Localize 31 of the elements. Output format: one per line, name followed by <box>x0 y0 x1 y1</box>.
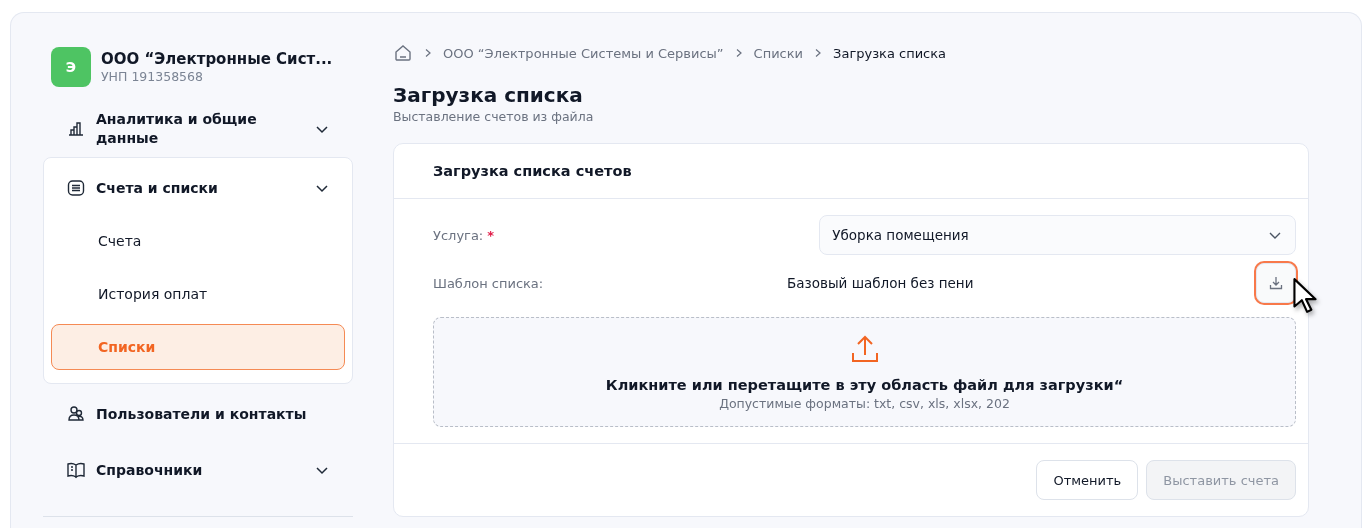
company-name: ООО “Электронные Сист... <box>101 50 333 68</box>
template-name: Базовый шаблон без пени <box>786 275 975 291</box>
dropzone-hint: Допустимые форматы: txt, csv, xls, xlsx, 202 <box>719 396 1010 411</box>
submenu-item[interactable]: Счета <box>51 218 345 264</box>
breadcrumb-link[interactable]: ООО “Электронные Системы и Сервисы” <box>443 45 724 61</box>
card-title: Загрузка списка счетов <box>394 144 1308 199</box>
download-icon <box>1268 275 1284 291</box>
required-mark: * <box>486 227 496 243</box>
nav-item[interactable]: Справочники <box>44 443 352 497</box>
company-unp: УНП 191358568 <box>101 69 204 84</box>
list-icon <box>66 178 86 198</box>
file-dropzone[interactable]: Кликните или перетащите в эту область файл для загрузки“ Допустимые форматы: txt, csv, xls, xlsx, 202 <box>433 317 1296 427</box>
submenu-item[interactable]: История оплат <box>51 271 345 317</box>
field-label: Услуга: <box>433 227 484 243</box>
users-icon <box>66 404 86 424</box>
dropzone-text: Кликните или перетащите в эту область файл для загрузки“ <box>605 377 1124 393</box>
page-subtitle: Выставление счетов из файла <box>393 109 595 124</box>
nav-item[interactable]: Аналитика и общие данные <box>44 102 352 156</box>
company-avatar: Э <box>51 47 91 87</box>
field-label: Шаблон списка: <box>433 275 545 291</box>
nav-item[interactable]: Счета и списки <box>44 158 352 218</box>
breadcrumb-link[interactable]: Списки <box>753 45 804 61</box>
chevron-right-icon <box>423 48 433 58</box>
page-title: Загрузка списка <box>393 83 584 107</box>
action-button[interactable]: Отменить <box>1036 460 1139 500</box>
nav-item[interactable]: Пользователи и контакты <box>44 387 352 441</box>
download-button[interactable] <box>1256 263 1296 303</box>
bar-chart-icon <box>66 119 86 139</box>
book-icon <box>66 460 86 480</box>
home-icon[interactable] <box>393 43 413 63</box>
service-select[interactable]: Уборка помещения <box>819 215 1296 255</box>
